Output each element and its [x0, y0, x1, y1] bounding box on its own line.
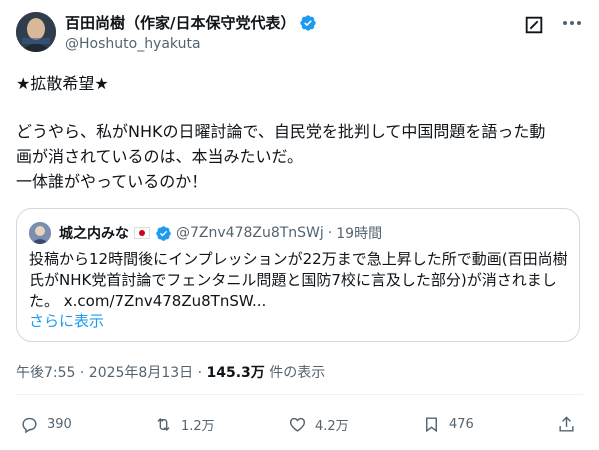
japan-flag-icon: [134, 227, 150, 239]
reply-button[interactable]: 390: [20, 415, 72, 434]
quote-line-3[interactable]: た。 x.com/7Znv478Zu8TnSW...: [29, 291, 266, 311]
author-handle[interactable]: @Hoshuto_hyakuta: [65, 36, 201, 52]
tweet-line-4: 一体誰がやっているのか！: [16, 172, 208, 191]
like-count: 4.2万: [315, 419, 349, 434]
more-options-icon[interactable]: [557, 8, 587, 38]
quote-author-handle[interactable]: @7Znv478Zu8TnSWj: [176, 225, 324, 241]
tweet-meta: 午後7:55 · 2025年8月13日 · 145.3万 件の表示: [16, 362, 325, 382]
show-more-link[interactable]: さらに表示: [29, 310, 104, 331]
author-name-text: 百田尚樹（作家/日本保守党代表）: [65, 14, 296, 32]
tweet-line-2: どうやら、私がNHKの日曜討論で、自民党を批判して中国問題を語った動: [16, 122, 546, 141]
verified-badge-icon: [300, 14, 317, 31]
verified-badge-icon: [156, 225, 171, 241]
bookmark-count: 476: [449, 417, 474, 432]
tweet-timestamp[interactable]: 午後7:55 · 2025年8月13日 ·: [16, 365, 207, 381]
author-avatar[interactable]: [16, 12, 56, 52]
view-count: 145.3万: [206, 365, 265, 381]
repost-icon: [157, 417, 170, 432]
quote-avatar[interactable]: [29, 222, 51, 244]
repost-button[interactable]: 1.2万: [154, 415, 215, 434]
quote-timestamp[interactable]: 19時間: [336, 223, 382, 243]
quote-author-name[interactable]: 城之内みな: [59, 223, 129, 243]
grok-icon[interactable]: [523, 14, 545, 36]
quote-separator: ·: [327, 225, 333, 241]
reply-count: 390: [47, 417, 72, 432]
divider: [16, 394, 583, 395]
like-button[interactable]: 4.2万: [288, 415, 349, 434]
bookmark-icon: [426, 417, 437, 433]
reply-icon: [22, 417, 37, 434]
view-label: 件の表示: [264, 365, 326, 381]
heart-icon: [289, 417, 306, 432]
repost-count: 1.2万: [181, 419, 215, 434]
quote-header: 城之内みな @7Znv478Zu8TnSWj · 19時間: [59, 223, 382, 243]
share-icon: [559, 416, 574, 432]
author-name[interactable]: 百田尚樹（作家/日本保守党代表）: [65, 12, 317, 33]
quote-line-1: 投稿から12時間後にインプレッションが22万まで急上昇した所で動画(百田尚樹: [29, 250, 568, 268]
tweet-line-3: 画が消されているのは、本当みたいだ。: [16, 147, 304, 166]
bookmark-button[interactable]: 476: [422, 415, 474, 434]
tweet-line-1: ★拡散希望★: [16, 74, 109, 93]
share-button[interactable]: [557, 415, 584, 434]
quoted-tweet[interactable]: 城之内みな @7Znv478Zu8TnSWj · 19時間 投稿から12時間後に…: [16, 208, 580, 342]
quote-line-2: 氏がNHK党首討論でフェンタニル問題と国防7校に言及した部分)が消されまし: [29, 271, 557, 289]
